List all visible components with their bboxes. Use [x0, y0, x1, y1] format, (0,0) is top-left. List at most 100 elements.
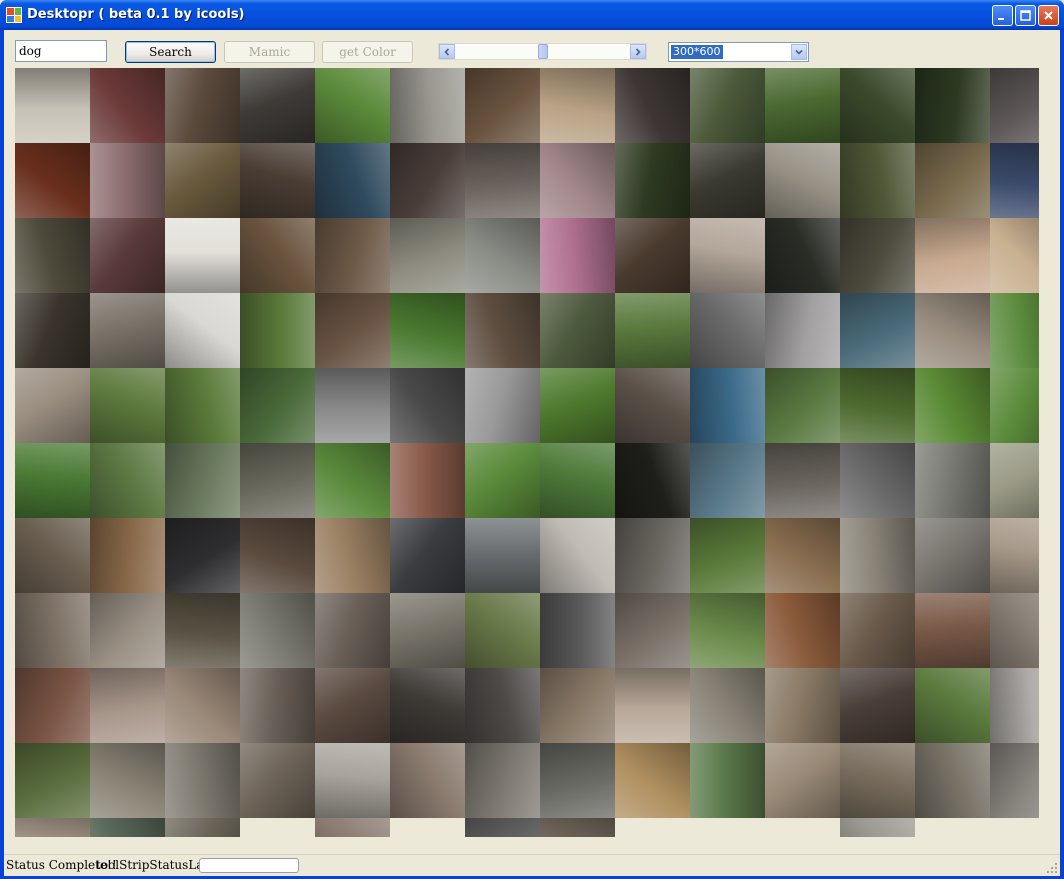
gallery-thumbnail[interactable]: [90, 668, 165, 743]
gallery-thumbnail[interactable]: [15, 518, 90, 593]
gallery-thumbnail[interactable]: [540, 368, 615, 443]
gallery-thumbnail[interactable]: [90, 368, 165, 443]
gallery-thumbnail[interactable]: [690, 68, 765, 143]
gallery-thumbnail[interactable]: [990, 518, 1039, 593]
gallery-thumbnail[interactable]: [990, 668, 1039, 743]
gallery-thumbnail[interactable]: [990, 293, 1039, 368]
gallery-thumbnail[interactable]: [465, 668, 540, 743]
gallery-thumbnail[interactable]: [840, 293, 915, 368]
gallery-thumbnail[interactable]: [765, 368, 840, 443]
gallery-thumbnail[interactable]: [315, 593, 390, 668]
title-bar[interactable]: Desktopr ( beta 0.1 by icools): [0, 0, 1064, 30]
gallery-thumbnail[interactable]: [90, 818, 165, 837]
gallery-thumbnail[interactable]: [615, 68, 690, 143]
mamic-button[interactable]: Mamic: [224, 41, 315, 63]
gallery-thumbnail[interactable]: [240, 593, 315, 668]
gallery-thumbnail[interactable]: [315, 518, 390, 593]
gallery-thumbnail[interactable]: [615, 668, 690, 743]
gallery-thumbnail[interactable]: [240, 443, 315, 518]
gallery-thumbnail[interactable]: [915, 143, 990, 218]
gallery-thumbnail[interactable]: [990, 443, 1039, 518]
gallery-thumbnail[interactable]: [15, 443, 90, 518]
gallery-thumbnail[interactable]: [840, 818, 915, 837]
gallery-thumbnail[interactable]: [915, 218, 990, 293]
gallery-thumbnail[interactable]: [90, 593, 165, 668]
gallery-thumbnail[interactable]: [90, 68, 165, 143]
gallery-thumbnail[interactable]: [315, 368, 390, 443]
gallery-thumbnail[interactable]: [15, 368, 90, 443]
gallery-thumbnail[interactable]: [165, 518, 240, 593]
gallery-thumbnail[interactable]: [315, 743, 390, 818]
close-button[interactable]: [1038, 5, 1059, 26]
size-slider-scrollbar[interactable]: [438, 43, 647, 60]
search-input[interactable]: [15, 40, 107, 62]
gallery-thumbnail[interactable]: [765, 218, 840, 293]
gallery-thumbnail[interactable]: [165, 68, 240, 143]
gallery-thumbnail[interactable]: [840, 143, 915, 218]
gallery-thumbnail[interactable]: [390, 443, 465, 518]
gallery-thumbnail[interactable]: [240, 143, 315, 218]
gallery-thumbnail[interactable]: [840, 368, 915, 443]
gallery-thumbnail[interactable]: [765, 668, 840, 743]
gallery-thumbnail[interactable]: [615, 743, 690, 818]
gallery-thumbnail[interactable]: [615, 368, 690, 443]
gallery-thumbnail[interactable]: [615, 143, 690, 218]
gallery-thumbnail[interactable]: [690, 518, 765, 593]
gallery-thumbnail[interactable]: [390, 68, 465, 143]
gallery-thumbnail[interactable]: [915, 668, 990, 743]
scroll-left-arrow[interactable]: [439, 44, 455, 59]
gallery-thumbnail[interactable]: [390, 518, 465, 593]
gallery-thumbnail[interactable]: [465, 368, 540, 443]
gallery-thumbnail[interactable]: [915, 518, 990, 593]
gallery-thumbnail[interactable]: [540, 593, 615, 668]
gallery-thumbnail[interactable]: [15, 818, 90, 837]
gallery-thumbnail[interactable]: [915, 743, 990, 818]
scroll-thumb[interactable]: [537, 44, 548, 59]
gallery-thumbnail[interactable]: [240, 743, 315, 818]
gallery-thumbnail[interactable]: [690, 443, 765, 518]
gallery-thumbnail[interactable]: [765, 518, 840, 593]
gallery-thumbnail[interactable]: [615, 218, 690, 293]
gallery-thumbnail[interactable]: [165, 443, 240, 518]
gallery-thumbnail[interactable]: [990, 68, 1039, 143]
search-button[interactable]: Search: [125, 41, 216, 63]
gallery-thumbnail[interactable]: [840, 518, 915, 593]
gallery-thumbnail[interactable]: [315, 668, 390, 743]
gallery-thumbnail[interactable]: [315, 818, 390, 837]
gallery-thumbnail[interactable]: [465, 593, 540, 668]
gallery-thumbnail[interactable]: [15, 68, 90, 143]
gallery-thumbnail[interactable]: [540, 68, 615, 143]
gallery-thumbnail[interactable]: [990, 593, 1039, 668]
gallery-thumbnail[interactable]: [90, 518, 165, 593]
gallery-thumbnail[interactable]: [15, 743, 90, 818]
gallery-thumbnail[interactable]: [390, 743, 465, 818]
gallery-thumbnail[interactable]: [540, 218, 615, 293]
gallery-thumbnail[interactable]: [165, 218, 240, 293]
gallery-thumbnail[interactable]: [90, 143, 165, 218]
gallery-thumbnail[interactable]: [390, 668, 465, 743]
gallery-thumbnail[interactable]: [840, 743, 915, 818]
gallery-thumbnail[interactable]: [390, 368, 465, 443]
gallery-thumbnail[interactable]: [315, 218, 390, 293]
gallery-thumbnail[interactable]: [165, 143, 240, 218]
gallery-thumbnail[interactable]: [465, 143, 540, 218]
gallery-thumbnail[interactable]: [690, 593, 765, 668]
gallery-thumbnail[interactable]: [840, 68, 915, 143]
gallery-thumbnail[interactable]: [615, 293, 690, 368]
gallery-thumbnail[interactable]: [240, 518, 315, 593]
gallery-thumbnail[interactable]: [465, 218, 540, 293]
gallery-thumbnail[interactable]: [915, 443, 990, 518]
gallery-thumbnail[interactable]: [915, 368, 990, 443]
gallery-thumbnail[interactable]: [15, 593, 90, 668]
gallery-thumbnail[interactable]: [840, 218, 915, 293]
gallery-thumbnail[interactable]: [165, 368, 240, 443]
gallery-thumbnail[interactable]: [765, 143, 840, 218]
gallery-thumbnail[interactable]: [465, 293, 540, 368]
gallery-thumbnail[interactable]: [690, 668, 765, 743]
gallery-thumbnail[interactable]: [240, 68, 315, 143]
gallery-thumbnail[interactable]: [90, 218, 165, 293]
gallery-thumbnail[interactable]: [90, 743, 165, 818]
scroll-right-arrow[interactable]: [630, 44, 646, 59]
gallery-thumbnail[interactable]: [915, 593, 990, 668]
gallery-thumbnail[interactable]: [540, 743, 615, 818]
